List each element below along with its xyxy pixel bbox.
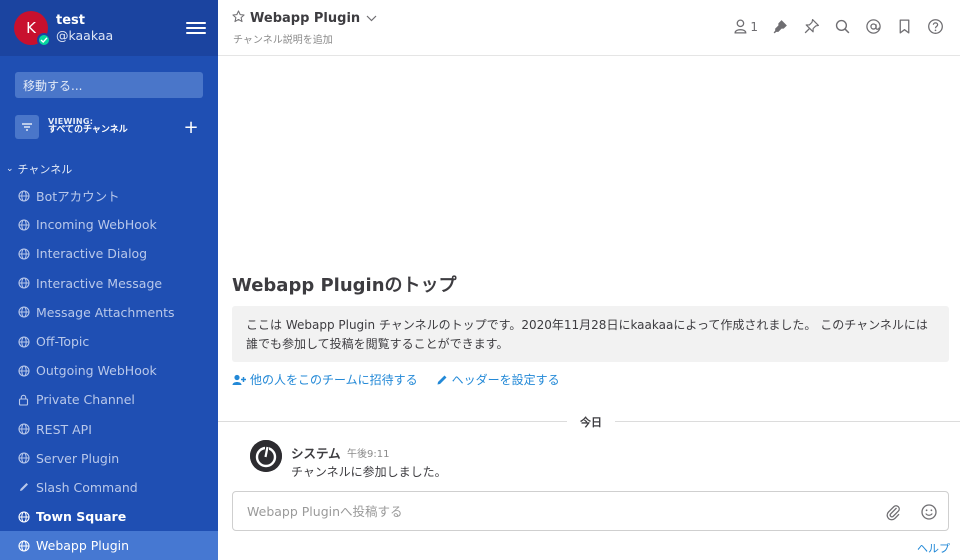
globe-icon <box>17 189 30 202</box>
pencil-icon <box>437 375 447 384</box>
user-handle: @kaakaa <box>56 28 114 44</box>
globe-icon <box>17 306 30 319</box>
online-status-icon <box>37 33 51 47</box>
sidebar-item-label: Message Attachments <box>36 304 175 320</box>
user-info[interactable]: test @kaakaa <box>56 13 186 44</box>
sidebar-item-interactive-message[interactable]: Interactive Message <box>0 269 218 298</box>
chevron-down-icon: ⌄ <box>6 164 14 174</box>
sidebar-item-private-channel[interactable]: Private Channel <box>0 385 218 414</box>
set-header-link[interactable]: ヘッダーを設定する <box>436 371 560 388</box>
sidebar-item-label: Incoming WebHook <box>36 217 157 233</box>
globe-icon <box>17 218 30 231</box>
sidebar-item-town-square[interactable]: Town Square <box>0 502 218 531</box>
channel-description[interactable]: チャンネル説明を追加 <box>233 31 333 46</box>
globe-icon <box>17 539 30 552</box>
emoji-icon[interactable] <box>920 503 938 521</box>
globe-icon <box>17 277 30 290</box>
sidebar-header: K test @kaakaa <box>0 0 218 56</box>
message-composer <box>232 491 949 531</box>
sidebar-item-message-attachments[interactable]: Message Attachments <box>0 298 218 327</box>
sidebar-item-label: REST API <box>36 421 92 437</box>
post-message: チャンネルに参加しました。 <box>291 465 447 479</box>
filter-icon[interactable] <box>15 115 39 139</box>
sidebar-item-interactive-dialog[interactable]: Interactive Dialog <box>0 239 218 268</box>
sidebar-item-label: Private Channel <box>36 392 135 408</box>
mention-icon[interactable] <box>865 18 882 35</box>
pin-icon[interactable] <box>803 18 820 35</box>
attachment-icon[interactable] <box>884 503 902 521</box>
channel-filter[interactable]: VIEWING: すべてのチャンネル + <box>15 114 203 140</box>
channel-list: Botアカウント Incoming WebHook Interactive Di… <box>0 181 218 560</box>
search-icon[interactable] <box>834 18 851 35</box>
sidebar-item-rest-api[interactable]: REST API <box>0 415 218 444</box>
globe-icon <box>17 452 30 465</box>
sidebar-item-label: Outgoing WebHook <box>36 363 157 379</box>
sidebar-item-label: Server Plugin <box>36 450 120 466</box>
system-avatar[interactable] <box>250 440 282 472</box>
help-link[interactable]: ヘルプ <box>917 540 950 556</box>
set-header-label: ヘッダーを設定する <box>451 373 560 387</box>
message-input[interactable] <box>233 492 873 530</box>
globe-icon <box>17 423 30 436</box>
add-channel-icon[interactable]: + <box>183 117 199 138</box>
viewing-text: VIEWING: すべてのチャンネル <box>48 117 183 137</box>
sidebar-item-label: Off-Topic <box>36 334 90 350</box>
globe-icon <box>17 364 30 377</box>
member-icon <box>734 19 747 34</box>
sidebar-item-label: Webapp Plugin <box>36 538 130 554</box>
sidebar-item-off-topic[interactable]: Off-Topic <box>0 327 218 356</box>
sidebar-item-server-plugin[interactable]: Server Plugin <box>0 444 218 473</box>
help-icon[interactable] <box>927 18 944 35</box>
channel-title[interactable]: Webapp Plugin <box>232 10 377 27</box>
star-icon[interactable] <box>232 10 245 27</box>
sidebar-item-label: Botアカウント <box>36 189 120 205</box>
lock-icon <box>17 393 30 406</box>
date-separator: 今日 <box>218 414 960 429</box>
channel-intro-text: ここは Webapp Plugin チャンネルのトップです。2020年11月28… <box>232 306 949 362</box>
invite-members-label: 他の人をこのチームに招待する <box>250 373 418 387</box>
user-name: test <box>56 12 85 28</box>
post-time[interactable]: 午後9:11 <box>347 445 389 460</box>
channel-header: Webapp Plugin チャンネル説明を追加 1 <box>218 0 960 56</box>
sidebar-item-webapp-plugin[interactable]: Webapp Plugin <box>0 531 218 560</box>
channel-intro-title: Webapp Pluginのトップ <box>232 275 457 296</box>
channel-name: Webapp Plugin <box>250 11 361 26</box>
intro-actions: 他の人をこのチームに招待する ヘッダーを設定する <box>232 371 560 388</box>
header-icons: 1 <box>733 18 944 35</box>
sidebar-item-incoming-webhook[interactable]: Incoming WebHook <box>0 210 218 239</box>
plugin-icon[interactable] <box>772 18 789 35</box>
sidebar-item-label: Interactive Dialog <box>36 246 148 262</box>
post: システム 午後9:11 チャンネルに参加しました。 <box>250 440 940 484</box>
channel-switcher-input[interactable]: 移動する... <box>15 72 203 98</box>
sidebar-item-label: Interactive Message <box>36 275 163 291</box>
pencil-icon <box>17 481 30 494</box>
date-separator-label: 今日 <box>580 416 602 429</box>
hamburger-menu-icon[interactable] <box>186 18 206 38</box>
bookmark-icon[interactable] <box>896 18 913 35</box>
member-count-button[interactable]: 1 <box>733 18 758 35</box>
sidebar-item-slash-command[interactable]: Slash Command <box>0 473 218 502</box>
member-count: 1 <box>750 19 758 34</box>
globe-icon <box>17 247 30 260</box>
invite-members-link[interactable]: 他の人をこのチームに招待する <box>232 371 418 388</box>
chevron-down-icon[interactable] <box>366 11 377 26</box>
globe-icon <box>17 510 30 523</box>
sidebar-item-label: Slash Command <box>36 479 138 495</box>
sidebar-item-label: Town Square <box>36 509 127 525</box>
avatar-letter: K <box>26 19 36 37</box>
sidebar-item-bot-account[interactable]: Botアカウント <box>0 181 218 210</box>
sidebar-item-outgoing-webhook[interactable]: Outgoing WebHook <box>0 356 218 385</box>
post-author[interactable]: システム <box>291 443 341 462</box>
section-label: チャンネル <box>17 163 73 176</box>
avatar[interactable]: K <box>14 11 51 47</box>
sidebar: K test @kaakaa 移動する... VIEWING: すべてのチャンネ… <box>0 0 218 560</box>
channels-section-header[interactable]: ⌄ チャンネル <box>0 162 218 176</box>
viewing-value: すべてのチャンネル <box>48 125 128 136</box>
globe-icon <box>17 335 30 348</box>
add-user-icon <box>232 374 246 385</box>
